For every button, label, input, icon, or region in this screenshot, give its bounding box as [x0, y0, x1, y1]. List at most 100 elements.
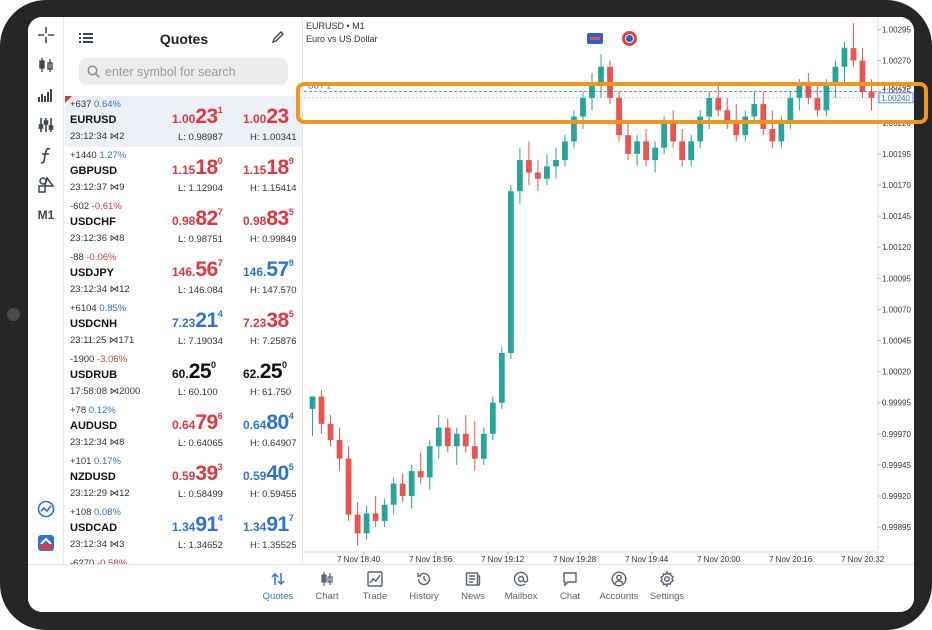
bid-main: 1.15	[172, 163, 196, 177]
bid-sup: 3	[217, 462, 223, 472]
tab-accounts[interactable]: Accounts	[594, 571, 644, 609]
function-icon[interactable]	[32, 143, 60, 167]
chart-symbol: EURUSD • M1	[306, 21, 365, 31]
bid-big: 21	[195, 309, 218, 332]
candle-body	[544, 166, 550, 179]
ask-main: 1.00	[243, 112, 267, 126]
bid-big: 39	[195, 462, 218, 485]
quote-high: H: 7.25876	[250, 336, 297, 347]
logo-icon[interactable]	[32, 531, 60, 555]
symbol-search-input[interactable]: enter symbol for search	[79, 58, 288, 85]
x-tick-label: 7 Nov 20:16	[769, 555, 813, 564]
bid-main: 60.	[172, 367, 189, 381]
quote-row[interactable]: +1440 1.27% GBPUSD 23:12:37 ⋈9 1.15180 1.151…	[65, 147, 302, 198]
quote-spread: 171	[118, 335, 135, 346]
spread-icon: ⋈	[109, 386, 120, 397]
candle-body	[850, 48, 857, 61]
candle-body	[498, 352, 505, 403]
quote-row[interactable]: -6270 -0.58%	[65, 555, 302, 564]
quote-high: H: 61.750	[250, 387, 292, 398]
change-percent: -0.61%	[91, 201, 122, 212]
bid-sup: 7	[217, 258, 223, 268]
quote-change: +108 0.08%	[70, 507, 121, 518]
edit-icon[interactable]	[271, 30, 285, 44]
quote-row[interactable]: -1900 -3.06% USDRUB 17:58:08 ⋈2000 60.250 62…	[65, 351, 302, 402]
quote-row[interactable]: +6104 0.85% USDCNH 23:11:25 ⋈171 7.23214 7.2…	[65, 300, 302, 351]
quote-spread: 9	[119, 182, 125, 193]
quote-timestamp: 23:12:34	[70, 437, 107, 448]
quote-timestamp: 23:12:37	[70, 182, 107, 193]
candle-body	[399, 483, 406, 497]
candle-body	[670, 122, 677, 142]
ask-main: 0.64	[243, 418, 267, 432]
quote-change: +6104 0.85%	[70, 303, 126, 314]
bid-sup: 0	[217, 156, 223, 166]
tab-history[interactable]: History	[399, 571, 449, 609]
volumes-icon[interactable]	[32, 83, 60, 107]
tab-chat[interactable]: Chat	[545, 571, 595, 609]
change-points: +108	[70, 507, 92, 518]
settings-icon	[660, 571, 674, 587]
quote-high: H: 1.35525	[250, 540, 297, 551]
candle-body	[778, 122, 785, 142]
ask-price: 1.0023	[243, 105, 289, 129]
tab-news[interactable]: News	[448, 571, 498, 609]
crosshair-icon[interactable]	[32, 23, 60, 47]
quotes-title: Quotes	[159, 31, 209, 47]
spread-icon: ⋈	[109, 131, 120, 142]
ask-big: 23	[266, 105, 289, 128]
y-tick-label: 1.00145	[882, 212, 911, 221]
quote-symbol: USDCAD	[70, 522, 118, 534]
tab-quotes[interactable]: Quotes	[253, 571, 303, 609]
timeframe-m1[interactable]: M1	[32, 203, 60, 227]
indicators-icon[interactable]	[32, 113, 60, 137]
quote-row[interactable]: -602 -0.61% USDCHF 23:12:36 ⋈8 0.98827 0.988…	[65, 198, 302, 249]
quotes-icon	[271, 572, 285, 586]
quote-change: +78 0.12%	[70, 405, 116, 416]
objects-icon[interactable]	[32, 173, 60, 197]
quote-row[interactable]: +637 0.64% EURUSD 23:12:34 ⋈2 1.00231 1.0023…	[65, 96, 302, 147]
x-tick-label: 7 Nov 18:40	[337, 555, 381, 564]
timeframe-label: M1	[37, 208, 55, 222]
quote-row[interactable]: +108 0.08% USDCAD 23:12:34 ⋈3 1.34914 1.3491…	[65, 504, 302, 555]
change-percent: 0.17%	[94, 456, 121, 467]
x-tick-label: 7 Nov 19:12	[481, 555, 525, 564]
tab-chart[interactable]: Chart	[302, 571, 352, 609]
quote-row[interactable]: +78 0.12% AUDUSD 23:12:34 ⋈8 0.64796 0.64804…	[65, 402, 302, 453]
change-percent: 0.85%	[99, 303, 127, 314]
quote-time: 23:12:34 ⋈8	[70, 437, 124, 448]
quote-row[interactable]: -88 -0.06% USDJPY 23:12:34 ⋈12 146.567 146.5…	[65, 249, 302, 300]
quote-change: -88 -0.06%	[70, 252, 116, 263]
ask-price: 0.59405	[243, 462, 294, 486]
bid-sup: 4	[217, 513, 223, 523]
ask-sup: 5	[288, 309, 294, 319]
bottom-tab-bar: Quotes Chart Trade History News Mailbox	[28, 564, 914, 612]
y-tick-label: 0.99895	[882, 523, 911, 532]
spread-icon: ⋈	[109, 539, 120, 550]
quote-timestamp: 23:11:25	[70, 335, 107, 346]
bid-big: 82	[195, 207, 218, 230]
quote-low: L: 7.19034	[178, 336, 223, 347]
quote-low: L: 0.98751	[178, 234, 223, 245]
ask-big: 83	[266, 207, 289, 230]
bid-sup: 1	[217, 105, 223, 115]
chart-type-icon[interactable]	[32, 53, 60, 77]
camera-dot	[7, 308, 20, 321]
tab-mailbox[interactable]: Mailbox	[496, 571, 546, 609]
trade-signals-icon[interactable]	[32, 497, 60, 521]
change-points: -602	[70, 201, 90, 212]
tablet-frame: M1 Quotes enter symbol for search +637 0…	[0, 0, 932, 630]
quote-symbol: NZDUSD	[70, 471, 116, 483]
ask-main: 7.23	[243, 316, 267, 330]
tab-settings[interactable]: Settings	[642, 571, 692, 609]
quote-spread: 3	[119, 539, 125, 550]
ask-main: 0.59	[243, 469, 267, 483]
tab-label: Settings	[649, 591, 685, 602]
quote-timestamp: 23:12:34	[70, 539, 107, 550]
quote-row[interactable]: +101 0.17% NZDUSD 23:12:29 ⋈12 0.59393 0.594…	[65, 453, 302, 504]
spread-icon: ⋈	[109, 182, 120, 193]
tab-label: History	[409, 591, 439, 602]
chat-icon	[563, 572, 577, 587]
tab-trade[interactable]: Trade	[350, 571, 400, 609]
spread-icon: ⋈	[108, 335, 119, 346]
